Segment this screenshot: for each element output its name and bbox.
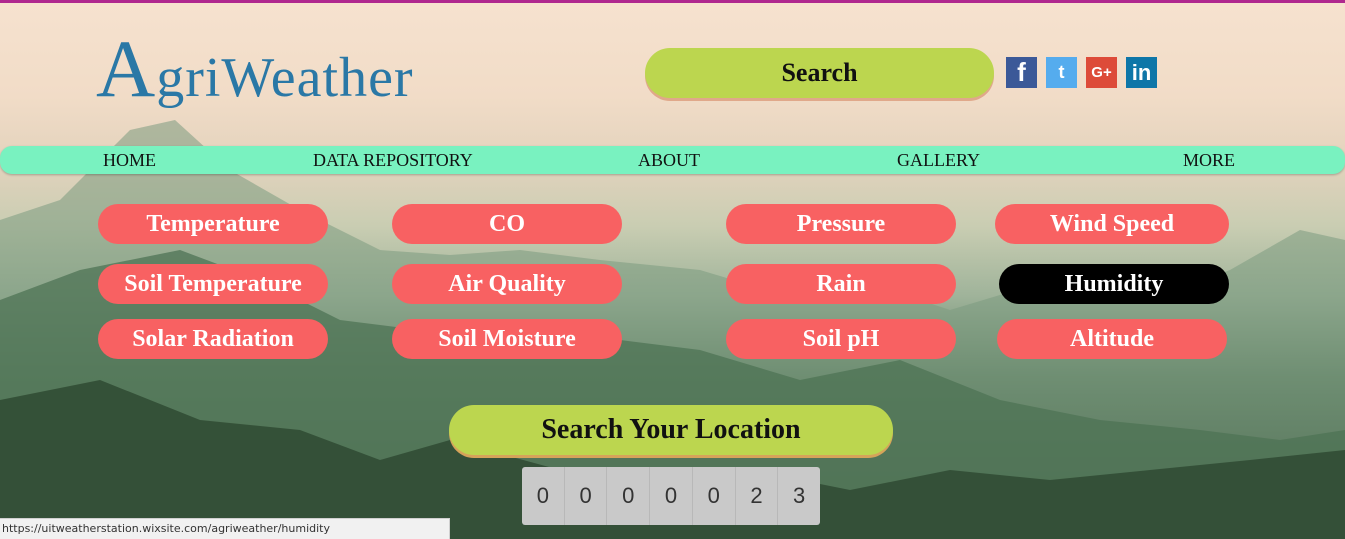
nav-data-repository[interactable]: DATA REPOSITORY (313, 150, 473, 171)
sensor-rain-button[interactable]: Rain (726, 264, 956, 304)
sensor-pressure-button[interactable]: Pressure (726, 204, 956, 244)
sensor-humidity-button[interactable]: Humidity (999, 264, 1229, 304)
sensor-soil-moisture-button[interactable]: Soil Moisture (392, 319, 622, 359)
nav-gallery[interactable]: GALLERY (897, 150, 980, 171)
sensor-co-button[interactable]: CO (392, 204, 622, 244)
google-plus-icon[interactable]: G+ (1086, 57, 1117, 88)
main-nav: HOME DATA REPOSITORY ABOUT GALLERY MORE (0, 146, 1345, 174)
search-location-button[interactable]: Search Your Location (449, 405, 893, 455)
counter-digit: 0 (522, 467, 565, 525)
sensor-soil-ph-button[interactable]: Soil pH (726, 319, 956, 359)
nav-more[interactable]: MORE (1183, 150, 1235, 171)
site-logo[interactable]: AgriWeather (96, 22, 414, 116)
nav-about[interactable]: ABOUT (638, 150, 700, 171)
counter-digit: 2 (736, 467, 779, 525)
sensor-wind-speed-button[interactable]: Wind Speed (995, 204, 1229, 244)
logo-text: griWeather (156, 47, 414, 109)
counter-digit: 0 (565, 467, 608, 525)
counter-digit: 0 (650, 467, 693, 525)
sensor-air-quality-button[interactable]: Air Quality (392, 264, 622, 304)
search-button[interactable]: Search (645, 48, 994, 98)
sensor-solar-radiation-button[interactable]: Solar Radiation (98, 319, 328, 359)
browser-status-bar: https://uitweatherstation.wixsite.com/ag… (0, 518, 450, 539)
nav-home[interactable]: HOME (103, 150, 156, 171)
visitor-counter: 0 0 0 0 0 2 3 (522, 467, 820, 525)
sensor-temperature-button[interactable]: Temperature (98, 204, 328, 244)
sensor-altitude-button[interactable]: Altitude (997, 319, 1227, 359)
logo-initial: A (96, 23, 157, 114)
sensor-soil-temperature-button[interactable]: Soil Temperature (98, 264, 328, 304)
facebook-icon[interactable]: f (1006, 57, 1037, 88)
counter-digit: 0 (693, 467, 736, 525)
linkedin-icon[interactable]: in (1126, 57, 1157, 88)
counter-digit: 0 (607, 467, 651, 525)
counter-digit: 3 (793, 483, 806, 508)
twitter-icon[interactable]: t (1046, 57, 1077, 88)
